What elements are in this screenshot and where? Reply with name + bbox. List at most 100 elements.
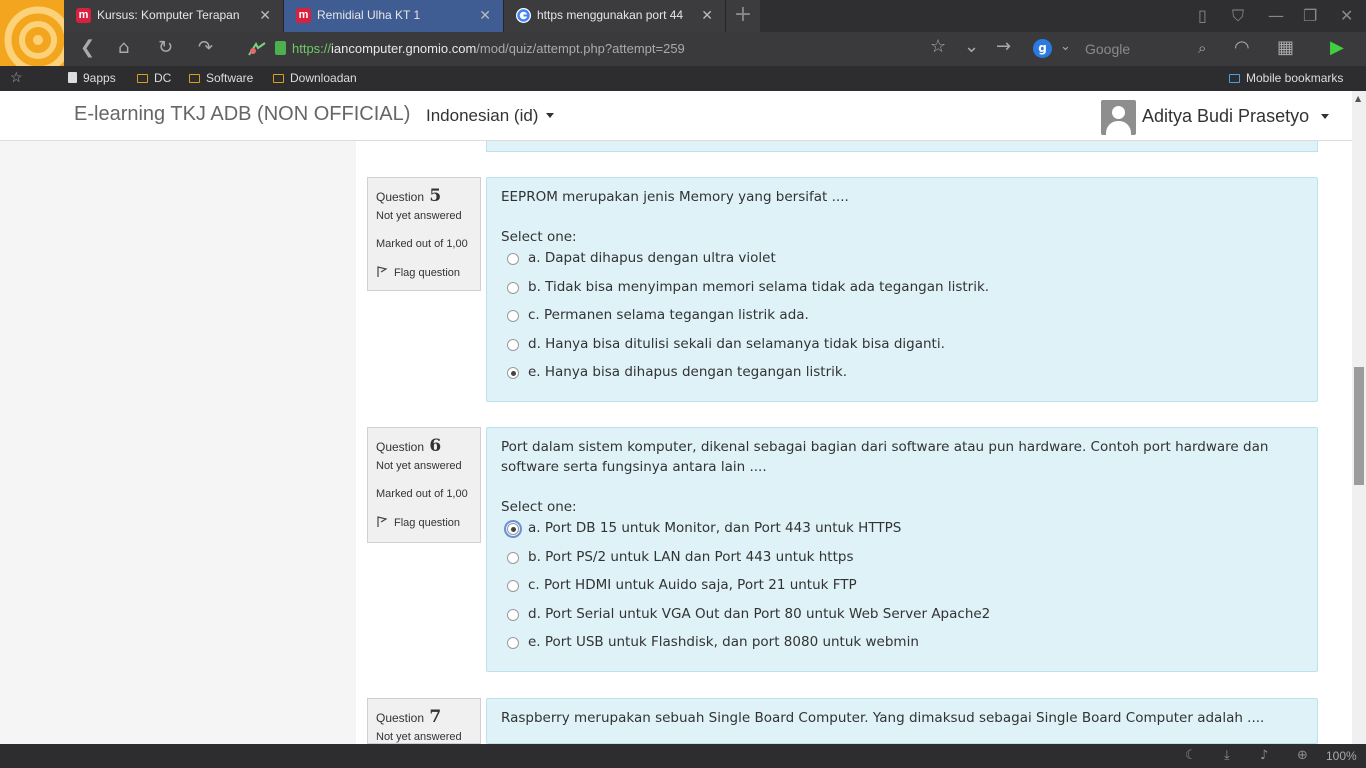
- undo-close-tab-icon[interactable]: ↷: [198, 38, 213, 58]
- minimize-icon[interactable]: —: [1268, 6, 1284, 25]
- scrollbar-thumb[interactable]: [1354, 367, 1364, 485]
- language-menu[interactable]: Indonesian (id): [426, 106, 555, 126]
- star-icon[interactable]: ☆: [930, 37, 946, 57]
- new-tab-button[interactable]: +: [726, 0, 760, 32]
- star-icon[interactable]: ☆: [10, 69, 23, 86]
- folder-icon: [189, 74, 200, 83]
- bookmark-dc[interactable]: DC: [137, 71, 171, 85]
- search-input[interactable]: Google: [1085, 41, 1130, 57]
- radio-button[interactable]: [507, 580, 519, 593]
- folder-icon: [137, 74, 148, 83]
- zoom-level[interactable]: 100%: [1326, 749, 1357, 763]
- question-state: Not yet answered: [376, 460, 462, 472]
- search-box[interactable]: g ⌄ Google ⌕: [1030, 36, 1220, 62]
- chevron-down-icon[interactable]: ⌄: [1060, 37, 1071, 57]
- caret-down-icon: [546, 113, 555, 118]
- zoom-icon[interactable]: ⊕: [1297, 748, 1308, 763]
- skin-icon[interactable]: ⛉: [1232, 6, 1244, 26]
- close-icon[interactable]: ✕: [259, 7, 271, 24]
- wifi-icon[interactable]: ◠: [1234, 38, 1250, 58]
- site-header: E-learning TKJ ADB (NON OFFICIAL) Indone…: [0, 91, 1352, 141]
- search-engine-icon[interactable]: g: [1033, 39, 1052, 58]
- question-6-body: Port dalam sistem komputer, dikenal seba…: [486, 427, 1318, 672]
- bookmark-9apps[interactable]: 9apps: [68, 71, 116, 85]
- lock-icon: [275, 41, 286, 55]
- radio-button[interactable]: [507, 637, 519, 650]
- address-bar[interactable]: https://iancomputer.gnomio.com/mod/quiz/…: [242, 36, 1022, 62]
- tab-google-search[interactable]: https menggunakan port 44 ✕: [504, 0, 726, 32]
- user-menu[interactable]: Aditya Budi Prasetyo: [1142, 106, 1330, 127]
- answer-option[interactable]: d. Port Serial untuk VGA Out dan Port 80…: [501, 603, 1303, 632]
- radio-button-checked[interactable]: [504, 520, 522, 538]
- volume-icon[interactable]: ♪: [1260, 748, 1268, 763]
- avatar[interactable]: [1101, 100, 1136, 135]
- file-icon: [68, 72, 77, 83]
- flag-question-link[interactable]: Flag question: [376, 266, 460, 279]
- close-icon[interactable]: ✕: [479, 7, 491, 24]
- question-text: Raspberry merupakan sebuah Single Board …: [501, 710, 1265, 726]
- answer-option[interactable]: e. Port USB untuk Flashdisk, dan port 80…: [501, 631, 1303, 660]
- sidebar-toggle-icon[interactable]: ▯: [1198, 6, 1207, 25]
- flag-question-link[interactable]: Flag question: [376, 516, 460, 529]
- question-7-info: Question 7 Not yet answered: [367, 698, 481, 744]
- browser-logo-icon[interactable]: [0, 0, 64, 66]
- home-icon[interactable]: ⌂: [118, 38, 129, 58]
- radio-button[interactable]: [507, 281, 519, 294]
- download-icon[interactable]: ⤓: [1224, 748, 1230, 763]
- question-6-info: Question 6 Not yet answered Marked out o…: [367, 427, 481, 543]
- vertical-scrollbar[interactable]: ▲: [1352, 91, 1366, 744]
- moodle-icon: m: [296, 8, 311, 23]
- radio-button[interactable]: [507, 551, 519, 564]
- answer-option[interactable]: c. Permanen selama tegangan listrik ada.: [501, 304, 1303, 333]
- tab-bar: m Kursus: Komputer Terapan ✕ m Remidial …: [0, 0, 1366, 66]
- answer-option[interactable]: c. Port HDMI untuk Auido saja, Port 21 u…: [501, 574, 1303, 603]
- scroll-up-icon[interactable]: ▲: [1355, 94, 1361, 103]
- extension-icon[interactable]: ▶: [1330, 38, 1344, 58]
- moodle-icon: m: [76, 8, 91, 23]
- reload-icon[interactable]: ↻: [158, 38, 173, 58]
- answer-option[interactable]: b. Tidak bisa menyimpan memori selama ti…: [501, 276, 1303, 305]
- tab-kursus[interactable]: m Kursus: Komputer Terapan ✕: [64, 0, 284, 32]
- question-marks: Marked out of 1,00: [376, 488, 468, 500]
- bookmark-downloadan[interactable]: Downloadan: [273, 71, 357, 85]
- tab-remidial[interactable]: m Remidial Ulha KT 1 ✕: [284, 0, 504, 32]
- close-icon[interactable]: ✕: [701, 7, 713, 24]
- site-name-link[interactable]: E-learning TKJ ADB (NON OFFICIAL): [74, 103, 410, 126]
- question-number: Question 6: [376, 436, 442, 456]
- chevron-down-icon[interactable]: ⌄: [964, 37, 979, 57]
- plugin-icon[interactable]: [247, 41, 267, 57]
- answer-option[interactable]: b. Port PS/2 untuk LAN dan Port 443 untu…: [501, 546, 1303, 575]
- flag-icon: [377, 266, 388, 277]
- bookmark-software[interactable]: Software: [189, 71, 253, 85]
- radio-button[interactable]: [507, 608, 519, 621]
- url-text[interactable]: https://iancomputer.gnomio.com/mod/quiz/…: [292, 41, 685, 56]
- google-icon: [516, 8, 531, 23]
- close-window-icon[interactable]: ✕: [1340, 6, 1353, 25]
- answer-option-selected[interactable]: e. Hanya bisa dihapus dengan tegangan li…: [501, 361, 1303, 390]
- radio-button[interactable]: [507, 310, 519, 323]
- question-state: Not yet answered: [376, 731, 462, 743]
- folder-icon: [273, 74, 284, 83]
- tab-label: https menggunakan port 44: [537, 8, 684, 22]
- forward-arrow-icon[interactable]: →: [996, 37, 1011, 57]
- answer-option[interactable]: d. Hanya bisa ditulisi sekali dan selama…: [501, 333, 1303, 362]
- radio-button-checked[interactable]: [507, 367, 519, 380]
- night-mode-icon[interactable]: ☾: [1185, 748, 1197, 763]
- tab-label: Remidial Ulha KT 1: [317, 8, 421, 22]
- apps-grid-icon[interactable]: ▦: [1277, 38, 1294, 58]
- answer-option-selected[interactable]: a. Port DB 15 untuk Monitor, dan Port 44…: [501, 517, 1303, 546]
- bookmarks-bar: ☆ 9apps DC Software Downloadan Mobile bo…: [0, 66, 1366, 91]
- answer-option[interactable]: a. Dapat dihapus dengan ultra violet: [501, 247, 1303, 276]
- question-7-body: Raspberry merupakan sebuah Single Board …: [486, 698, 1318, 744]
- radio-button[interactable]: [507, 338, 519, 351]
- question-text: EEPROM merupakan jenis Memory yang bersi…: [501, 189, 849, 205]
- back-icon[interactable]: ❮: [80, 38, 95, 58]
- caret-down-icon: [1321, 114, 1330, 119]
- radio-button[interactable]: [507, 253, 519, 265]
- question-5-info: Question 5 Not yet answered Marked out o…: [367, 177, 481, 291]
- question-state: Not yet answered: [376, 210, 462, 222]
- mobile-bookmarks[interactable]: Mobile bookmarks: [1229, 71, 1343, 85]
- maximize-icon[interactable]: ❐: [1303, 6, 1317, 25]
- search-icon[interactable]: ⌕: [1198, 38, 1206, 58]
- select-one-label: Select one:: [501, 499, 577, 515]
